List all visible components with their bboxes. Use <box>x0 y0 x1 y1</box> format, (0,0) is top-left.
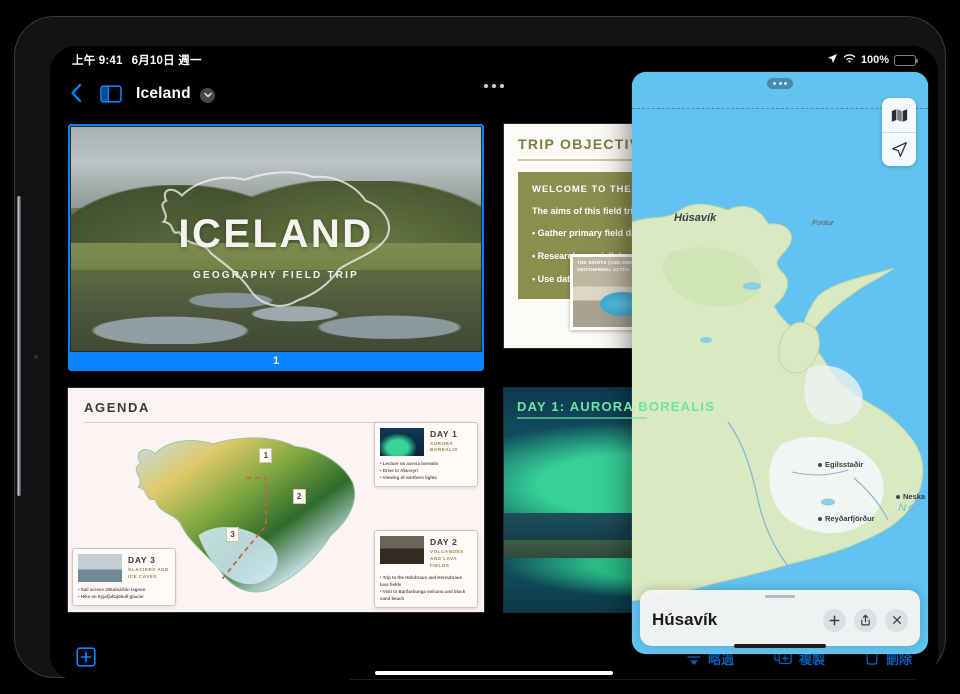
slide-1-canvas: ICELAND GEOGRAPHY FIELD TRIP <box>71 127 481 351</box>
slide-4-rule <box>517 417 647 419</box>
day-2-bullets: • Trip to the Holuhraun and Hernuhraun l… <box>380 574 472 602</box>
day-3-card-top: DAY 3 GLACIERS AND ICE CAVES <box>78 553 170 582</box>
locate-button[interactable] <box>882 132 916 166</box>
window-drag-handle-icon[interactable] <box>767 78 793 89</box>
day-2-sub: VOLCANOES AND LAVA FIELDS <box>430 549 464 568</box>
map-controls <box>882 98 916 166</box>
chevron-left-icon[interactable] <box>70 83 86 105</box>
day-1-sub: AURORA BOREALIS <box>430 440 458 453</box>
slide-3-title: AGENDA <box>84 400 150 415</box>
slide-4-title: DAY 1: AURORA BOREALIS <box>517 399 716 414</box>
device-frame: 上午 9:41 6月10日 週一 100% Iceland ICELAND GE… <box>14 16 946 680</box>
slide-1-title: ICELAND <box>178 212 374 257</box>
place-card-actions <box>823 608 908 632</box>
chevron-down-icon[interactable] <box>200 87 216 103</box>
day-1-thumbnail <box>380 427 424 456</box>
day-2-card-top: DAY 2 VOLCANOES AND LAVA FIELDS <box>380 536 472 570</box>
slide-1-subtitle: GEOGRAPHY FIELD TRIP <box>192 270 360 282</box>
day-1-card-top: DAY 1 AURORA BOREALIS <box>380 427 472 456</box>
document-title: Iceland <box>136 85 191 102</box>
status-date: 6月10日 週一 <box>131 55 202 67</box>
map-pin-3: 3 <box>226 526 240 542</box>
day-1-bullet-1: • Lecture on aurora borealis <box>380 460 439 466</box>
map-type-icon <box>891 108 907 122</box>
add-place-button[interactable] <box>823 608 846 632</box>
map-label-reydarfjordur[interactable]: Reyðarfjörður <box>818 514 875 523</box>
day-2-bullet-2: • Visit to Bárðarbunga volcano and black… <box>380 588 466 601</box>
locate-me-icon <box>891 142 907 157</box>
slide-selection-frame: ICELAND GEOGRAPHY FIELD TRIP 1 <box>68 124 484 371</box>
day-2-card: DAY 2 VOLCANOES AND LAVA FIELDS • Trip t… <box>374 530 478 608</box>
day-3-sub: GLACIERS AND ICE CAVES <box>128 566 169 579</box>
status-bar-right: 100% <box>827 53 918 67</box>
day-3-bullets: • Sail across Jökulsárlón lagoon • Hike … <box>78 586 170 600</box>
map-pin-1: 1 <box>259 448 273 464</box>
map-canvas[interactable]: Nor Húsavík Fontur Egilsstaðir Neska Rey… <box>632 72 928 654</box>
status-time: 上午 9:41 <box>72 55 123 67</box>
slide-thumbnail-1[interactable]: ICELAND GEOGRAPHY FIELD TRIP 1 <box>68 124 484 372</box>
place-name: Húsavík <box>652 610 718 629</box>
slide-thumbnail-3[interactable]: AGENDA 1 2 3 DAY 1 AURORA BOREALIS • Lec… <box>68 388 484 636</box>
day-1-bullets: • Lecture on aurora borealis • Drive to … <box>380 460 472 481</box>
map-label-husavik[interactable]: Húsavík <box>674 212 716 224</box>
day-3-bullet-1: • Sail across Jökulsárlón lagoon <box>78 586 146 592</box>
day-1-labels: DAY 1 AURORA BOREALIS <box>430 428 472 455</box>
map-city-dot <box>818 516 822 521</box>
location-arrow-icon <box>827 53 838 67</box>
maps-floating-window[interactable]: Nor Húsavík Fontur Egilsstaðir Neska Rey… <box>632 72 928 654</box>
map-city-dot <box>818 462 822 467</box>
share-icon <box>861 614 870 626</box>
wifi-icon <box>843 53 856 67</box>
place-card[interactable]: Húsavík <box>640 590 920 646</box>
map-label-neskaupstadur[interactable]: Neska <box>896 492 925 501</box>
sidebar-toggle-icon[interactable] <box>100 85 122 103</box>
day-2-labels: DAY 2 VOLCANOES AND LAVA FIELDS <box>430 536 472 570</box>
maps-home-indicator <box>734 644 826 648</box>
day-1-bullet-2: • Drive to Akureyri <box>380 467 418 473</box>
screen: 上午 9:41 6月10日 週一 100% Iceland ICELAND GE… <box>50 46 938 680</box>
page-title[interactable]: Iceland <box>136 85 216 103</box>
day-3-labels: DAY 3 GLACIERS AND ICE CAVES <box>128 554 170 581</box>
day-1-bullet-3: • Viewing of northern lights <box>380 474 437 480</box>
day-2-thumbnail <box>380 536 424 565</box>
home-indicator[interactable] <box>375 671 613 675</box>
map-city-dot <box>896 494 900 499</box>
day-2-label: DAY 2 <box>430 537 458 548</box>
device-side-button <box>17 196 21 496</box>
map-pin-2: 2 <box>292 488 306 504</box>
map-label-egilsstadir[interactable]: Egilsstaðir <box>818 460 863 469</box>
close-place-button[interactable] <box>885 608 908 632</box>
day-1-label: DAY 1 <box>430 428 458 439</box>
battery-percent: 100% <box>860 54 889 66</box>
day-2-bullet-1: • Trip to the Holuhraun and Hernuhraun l… <box>380 574 463 587</box>
close-icon <box>892 616 901 624</box>
day-3-bullet-2: • Hike on Eyjafjallajökull glacier <box>78 593 144 599</box>
day-3-label: DAY 3 <box>128 554 156 565</box>
plus-icon <box>829 615 840 625</box>
status-bar-left: 上午 9:41 6月10日 週一 <box>72 52 202 68</box>
day-1-card: DAY 1 AURORA BOREALIS • Lecture on auror… <box>374 421 478 487</box>
share-place-button[interactable] <box>854 608 877 632</box>
place-card-grabber[interactable] <box>765 595 795 598</box>
day-3-thumbnail <box>78 553 122 582</box>
add-slide-icon[interactable] <box>76 646 96 670</box>
slide-3-canvas: AGENDA 1 2 3 DAY 1 AURORA BOREALIS • Lec… <box>68 388 484 612</box>
device-sensor <box>34 355 38 359</box>
battery-icon <box>894 54 918 66</box>
map-label-fontur: Fontur <box>812 218 834 227</box>
ocean-label: Nor <box>898 502 922 514</box>
status-bar: 上午 9:41 6月10日 週一 100% <box>50 46 938 74</box>
slide-number-1: 1 <box>71 351 481 371</box>
map-type-button[interactable] <box>882 98 916 132</box>
day-3-card: DAY 3 GLACIERS AND ICE CAVES • Sail acro… <box>72 547 176 606</box>
